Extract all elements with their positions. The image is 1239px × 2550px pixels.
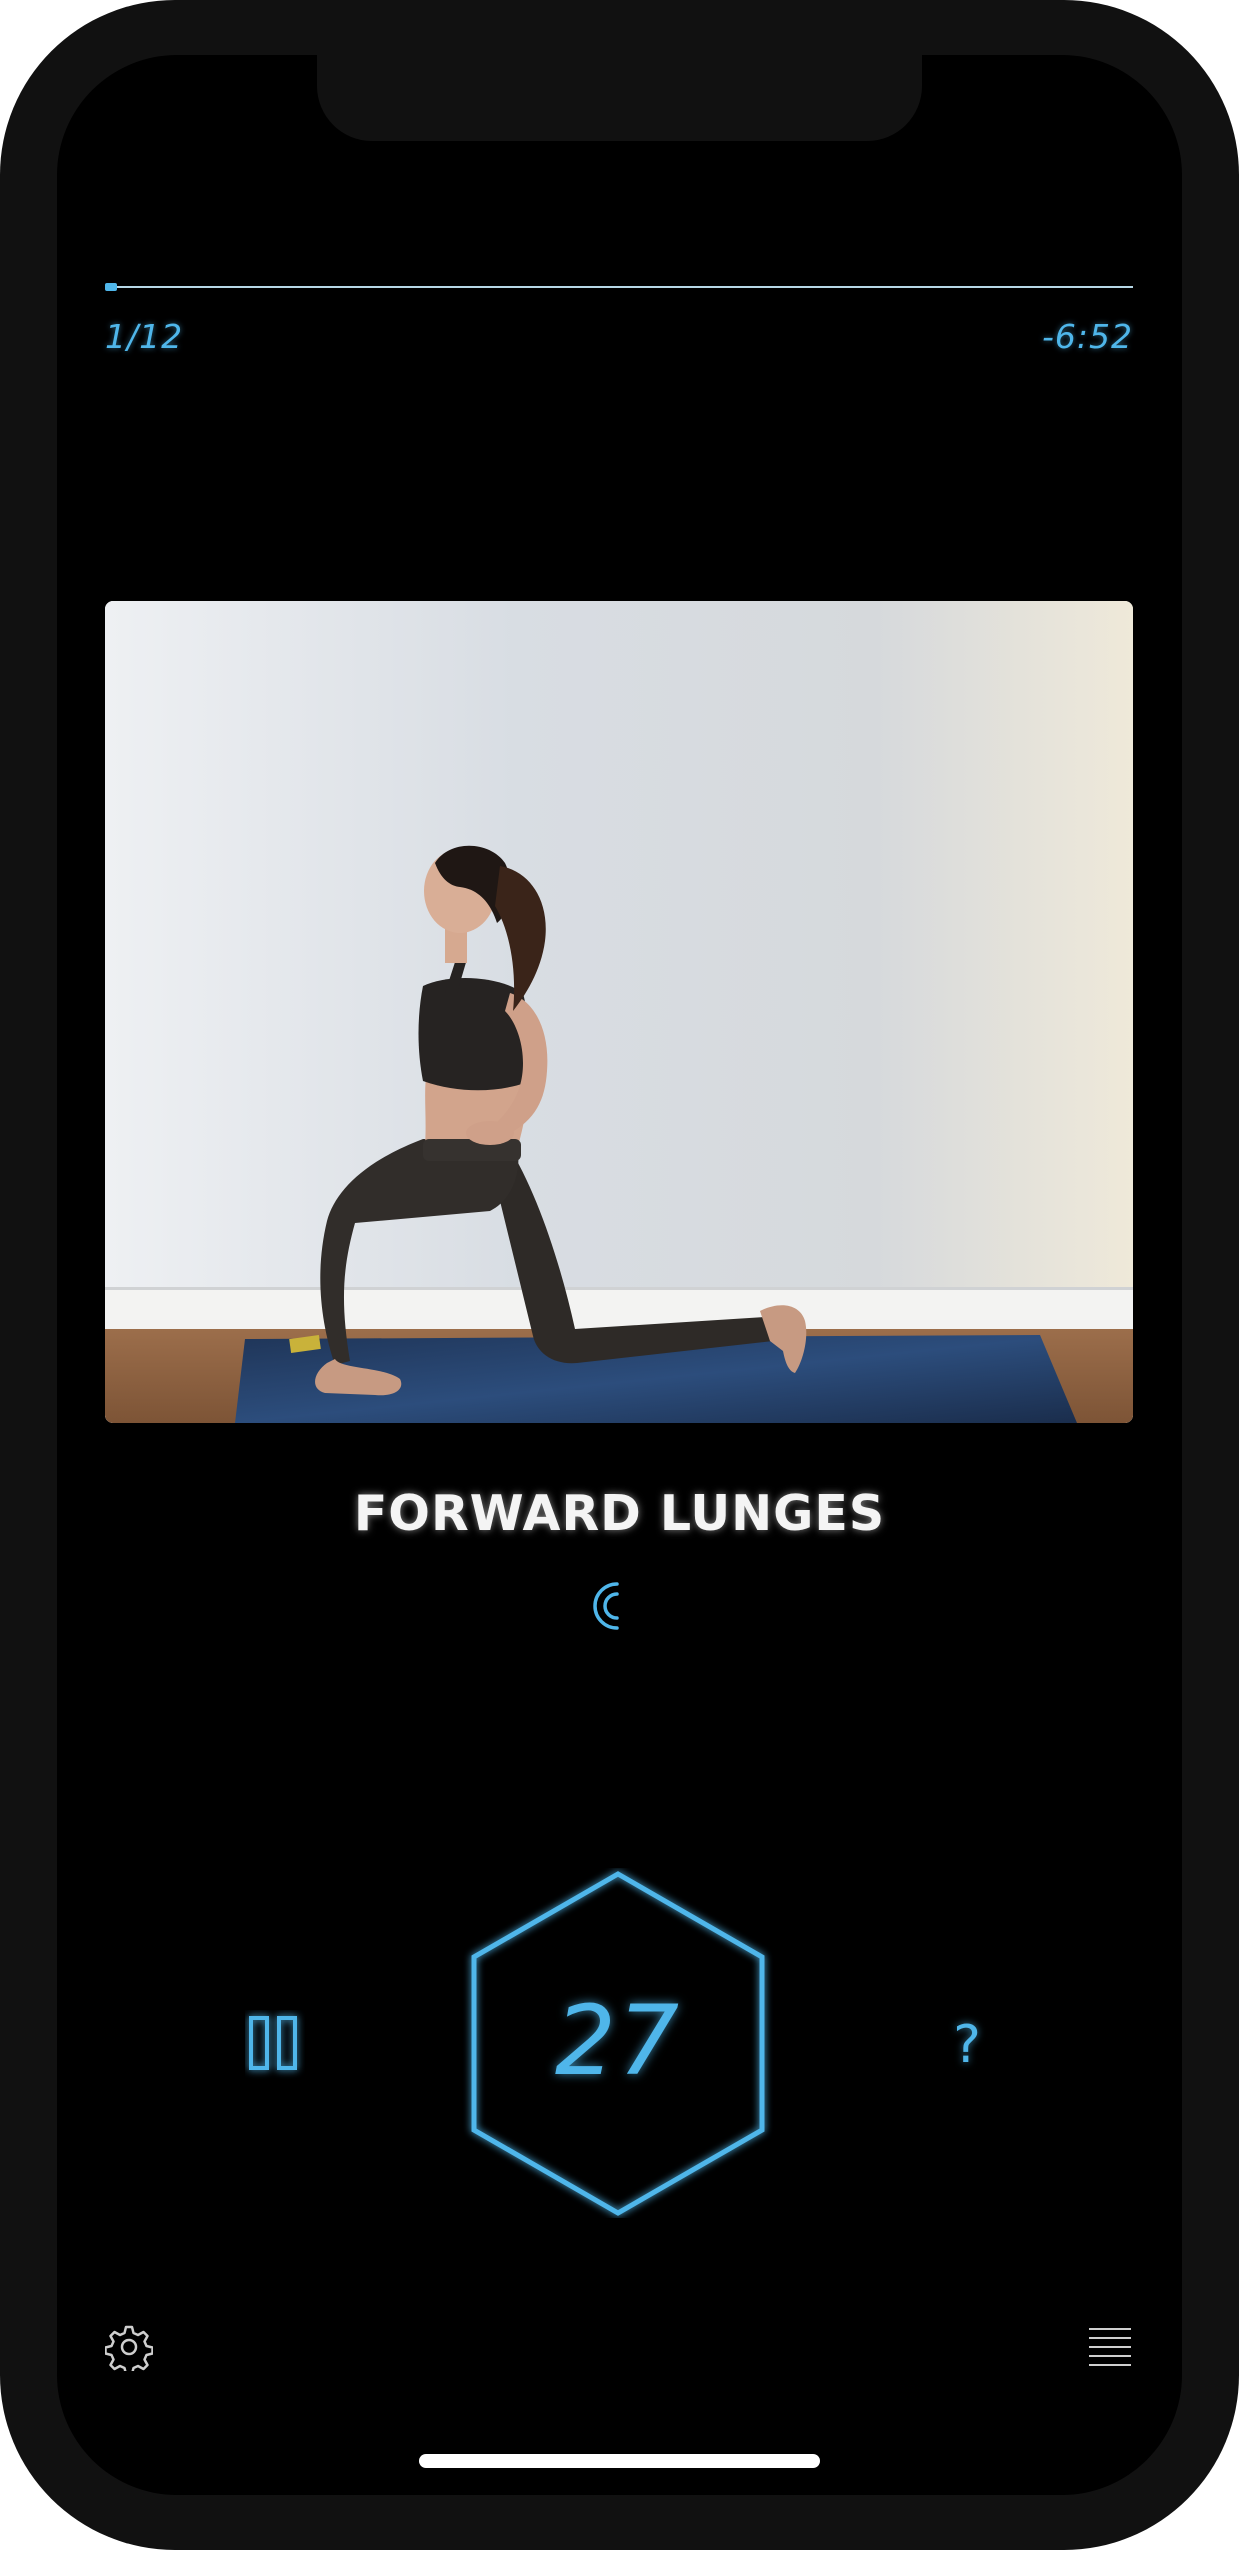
help-button[interactable]: ? (937, 2005, 997, 2085)
pause-icon (249, 2016, 297, 2070)
exercise-video-illustration (105, 601, 1133, 1423)
countdown-timer-value: 27 (554, 1985, 682, 2097)
home-indicator[interactable] (419, 2454, 820, 2468)
exercise-counter: 1/12 (105, 317, 184, 356)
settings-button[interactable] (105, 2323, 153, 2371)
exercise-video[interactable] (105, 601, 1133, 1423)
gear-icon (105, 2325, 153, 2371)
pause-button[interactable] (245, 2010, 305, 2080)
device-notch (317, 55, 922, 141)
menu-button[interactable] (1087, 2325, 1133, 2369)
workout-progress-fill (105, 283, 118, 291)
workout-progress-bar (105, 283, 1133, 291)
workout-screen: 1/12 -6:52 FORWARD LUNGES 27 ? (57, 55, 1182, 2495)
list-menu-icon (1089, 2328, 1131, 2366)
exercise-title: FORWARD LUNGES (353, 1485, 886, 1542)
phone-frame: 1/12 -6:52 FORWARD LUNGES 27 ? (0, 0, 1239, 2550)
loading-spinner-icon (593, 1582, 619, 1630)
remaining-time: -6:52 (1041, 317, 1133, 356)
